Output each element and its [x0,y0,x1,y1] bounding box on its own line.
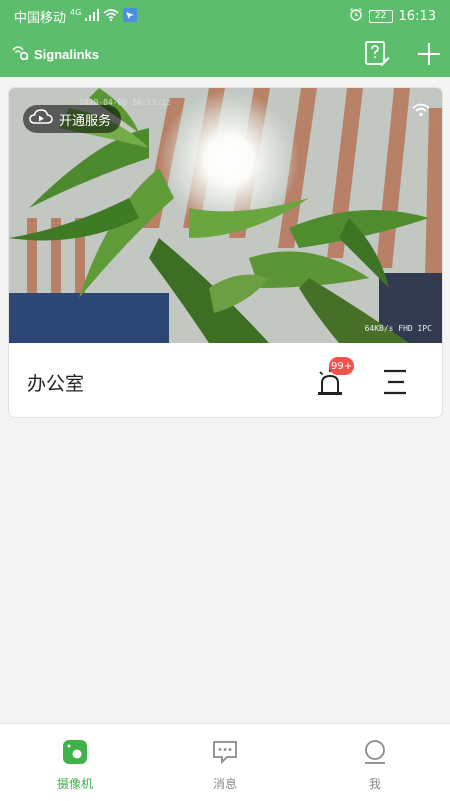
tab-messages-label: 消息 [212,777,237,791]
status-left: 中国移动 4G [14,7,138,26]
tab-camera[interactable]: 摄像机 [0,724,150,801]
camera-menu-button[interactable] [381,368,411,396]
app-logo: Signalinks [12,44,99,64]
tab-me[interactable]: 我 [300,724,450,801]
menu-lines-icon [384,369,406,395]
camera-name: 办公室 [27,373,85,395]
carrier-label: 中国移动 [14,11,67,26]
plus-icon [418,43,440,65]
signal-icon [85,8,100,25]
header: 中国移动 4G 22 16:13 Signalinks [0,0,450,77]
tab-me-label: 我 [368,777,381,791]
help-document-icon [365,41,390,66]
wifi-icon [103,8,119,25]
tab-messages[interactable]: 消息 [150,724,300,801]
bottom-tab-bar: 摄像机 消息 我 [0,723,450,801]
alarm-clock-icon [349,7,363,25]
camera-card: 2020-04-06 16:13:32 开通服务 64KB/s FHD IPC … [9,88,442,417]
cloud-play-icon [29,108,53,130]
battery-level: 22 [374,10,387,21]
camera-preview[interactable]: 2020-04-06 16:13:32 开通服务 64KB/s FHD IPC [9,88,442,343]
open-service-label: 开通服务 [59,113,112,129]
battery-icon: 22 [368,9,393,23]
camera-tab-icon [62,739,88,765]
alarm-count-badge: 99+ [329,357,355,375]
logo-text: Signalinks [34,46,100,62]
network-type: 4G [70,8,82,17]
overlay-stream-stats: 64KB/s FHD IPC [364,324,432,333]
open-service-button[interactable]: 开通服务 [23,105,122,133]
clock-time: 16:13 [398,8,436,24]
status-right: 22 16:13 [349,7,436,25]
message-bubble-icon [212,739,238,765]
add-device-button[interactable] [414,39,444,69]
signalinks-logo-icon [12,44,30,64]
user-profile-icon [362,739,388,765]
help-button[interactable] [364,40,390,68]
camera-info-bar: 办公室 99+ [9,343,442,417]
camera-wifi-icon [412,102,430,121]
app-bar: Signalinks [0,30,450,77]
status-bar: 中国移动 4G 22 16:13 [0,0,450,30]
tab-camera-label: 摄像机 [56,777,93,791]
notification-app-icon [123,7,138,26]
